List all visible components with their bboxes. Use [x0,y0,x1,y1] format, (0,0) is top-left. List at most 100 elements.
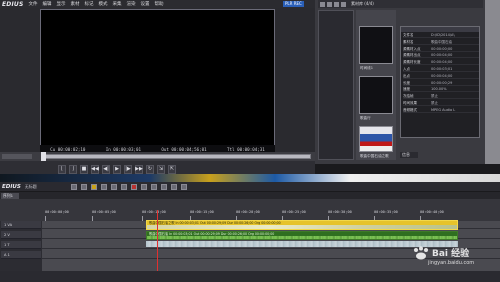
property-key: 出点 [403,73,410,78]
property-value: 歌曲中国石油 [431,39,452,44]
property-key: 源素材入点 [403,46,421,51]
stop-button[interactable]: ■ [80,164,88,174]
open-project-icon[interactable] [80,183,87,190]
menu-help[interactable]: 帮助 [155,1,164,7]
new-project-icon[interactable] [70,183,77,190]
property-row[interactable]: 速度 100.00% [403,87,479,93]
scrub-track[interactable] [43,154,311,159]
property-key: 长度 [403,80,410,85]
menu-settings[interactable]: 设置 [141,1,150,7]
delete-icon[interactable] [341,1,346,7]
property-row[interactable]: 文件名 D:\ID\2014\A\ [403,33,479,38]
menu-marker[interactable]: 标记 [85,1,94,7]
menu-file[interactable]: 文件 [29,1,38,7]
property-value: 00:00:00;29 [431,80,453,85]
bin-title: 素材库 (4/4) [351,1,374,6]
play-button[interactable]: ▶ [113,164,121,174]
property-row[interactable]: 出点 00:00:04;00 [403,74,479,79]
track-header[interactable]: 2 V [1,231,41,239]
loop-button[interactable]: ↻ [146,164,154,174]
ruler-label: 00:00:00;00 [45,210,69,214]
export-icon[interactable] [180,183,187,190]
redo-icon[interactable] [110,183,117,190]
undo-icon[interactable] [100,183,107,190]
rewind-button[interactable]: ◀◀ [91,164,99,174]
track-header[interactable]: 1 T [1,241,41,249]
status-bar [0,271,500,282]
property-key: 音频格式 [403,107,417,112]
property-value: 禁止 [431,101,438,105]
menu-clip[interactable]: 素材 [71,1,80,7]
ripple-icon[interactable] [120,183,127,190]
track-header[interactable]: 1 VA [1,221,41,229]
property-key: 源素材长度 [403,60,421,65]
property-value: 00:00:04;00 [431,60,453,65]
fast-forward-button[interactable]: ▶▶ [135,164,143,174]
set-out-button[interactable]: ⌋ [69,164,77,174]
menu-render[interactable]: 渲染 [127,1,136,7]
property-key: 时间效果 [403,101,417,105]
property-value: 00:00:00;00 [431,46,453,51]
audio-clip[interactable]: 歌曲中国石油 In 00:00:03;01 Out 00:00:29;09 Du… [146,231,458,240]
save-icon[interactable] [90,183,97,190]
property-row[interactable]: 源素材入点 00:00:00;00 [403,47,479,52]
menu-view[interactable]: 显示 [57,1,66,7]
project-name: 无标题 [24,183,37,189]
paw-logo-icon [414,246,428,260]
info-tab[interactable]: 信息 [400,152,418,158]
marker-icon[interactable] [160,183,167,190]
menu-mode[interactable]: 模式 [99,1,108,7]
property-row[interactable]: 时间效果 禁止 [403,101,479,106]
bin-folder-tree[interactable] [318,10,354,160]
property-key: 素材名 [403,39,414,44]
cue-timecode: Cu 00:00:02;10 [50,146,86,152]
overwrite-button[interactable]: ⇱ [168,164,176,174]
razor-icon[interactable] [140,183,147,190]
property-row[interactable]: 源素材出点 00:00:04;00 [403,53,479,59]
search-icon[interactable] [327,1,332,7]
step-forward-button[interactable]: |▶ [124,164,132,174]
ruler-label: 00:00:25;00 [282,210,306,214]
menu-capture[interactable]: 采集 [113,1,122,7]
property-value: 00:00:04;00 [431,53,453,58]
property-row[interactable]: 长度 00:00:00;29 [403,81,479,86]
property-row[interactable]: 入点 00:00:03;01 [403,67,479,72]
folder-icon[interactable] [320,1,325,7]
mode-badge[interactable]: PLR REC [283,1,304,7]
video-clip-label: 歌曲中国石油之歌 In 00:00:03;01 Out 00:00:29;09 … [147,221,457,225]
property-row[interactable]: 素材名 歌曲中国石油 [403,40,479,45]
time-ruler[interactable]: 00:00:00;00 00:00:05;00 00:00:10;00 00:0… [0,199,500,221]
clip-thumbnail-label: 歌曲行 [360,116,371,120]
insert-button[interactable]: ⇲ [157,164,165,174]
video-clip[interactable]: 歌曲中国石油之歌 In 00:00:03;01 Out 00:00:29;09 … [146,220,458,230]
audio-level [2,154,32,159]
property-key: 入点 [403,67,410,71]
timeline-toolbar: EDIUS 无标题 [0,182,500,191]
snap-icon[interactable] [150,183,157,190]
property-row[interactable]: 源素材长度 00:00:04;00 [403,60,479,66]
clip-thumbnail[interactable] [359,26,393,64]
property-value: 禁止 [431,94,438,99]
timeline-playhead[interactable] [157,210,158,272]
clip-thumbnail-label: 时间线1 [360,66,374,70]
set-in-button[interactable]: ⌊ [58,164,66,174]
preview-screen[interactable] [40,9,275,146]
property-row[interactable]: 冻结帧 禁止 [403,94,479,100]
property-row[interactable]: 音频格式 MPEG Audio L [403,108,479,113]
in-timecode: In 00:00:03;01 [105,146,142,152]
bin-toolbar: 素材库 (4/4) [318,0,483,8]
menu-edit[interactable]: 编辑 [43,1,52,7]
property-key: 文件名 [403,33,414,37]
add-clip-icon[interactable] [334,1,339,7]
cut-icon[interactable] [130,183,137,190]
step-back-button[interactable]: ◀| [102,164,110,174]
track-header[interactable]: A 1 [1,251,41,259]
render-icon[interactable] [170,183,177,190]
clip-thumbnail[interactable] [359,76,393,114]
clip-properties: 文件名 D:\ID\2014\A\ 素材名 歌曲中国石油 源素材入点 00:00:00;0… [400,26,480,138]
side-strip [485,0,500,164]
ruler-label: 00:00:15;00 [190,210,214,214]
scrub-handle[interactable] [41,152,46,161]
clip-thumbnail-selected[interactable] [359,126,393,152]
track-headers: 1 VA 2 V 1 T A 1 [0,221,42,271]
